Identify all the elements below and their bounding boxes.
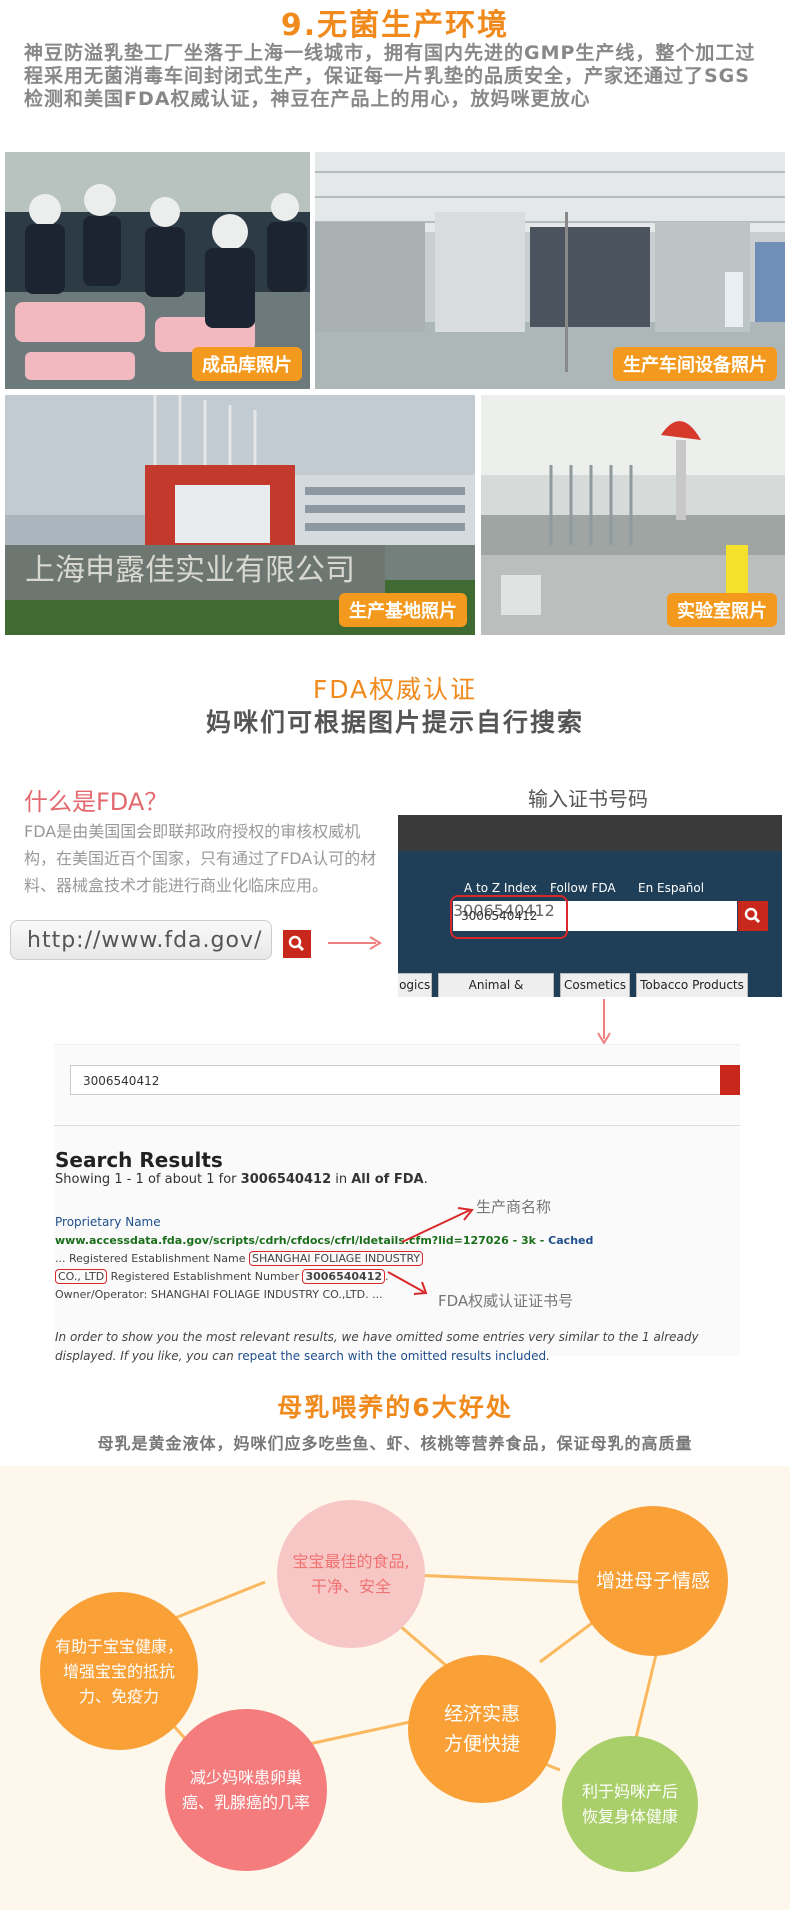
company-sign: 上海申露佳实业有限公司	[25, 553, 355, 588]
search-icon	[744, 907, 761, 924]
fda-description: FDA是由美国国会即联邦政府授权的审核权威机构，在美国近百个国家，只有通过了FD…	[24, 822, 377, 895]
annotation-cert: FDA权威认证证书号	[438, 1292, 574, 1310]
result-line-2: CO., LTD Registered Establishment Number…	[55, 1269, 389, 1285]
annotation-arrow-cert	[387, 1271, 428, 1295]
results-divider	[54, 1125, 740, 1126]
photo-base: 上海申露佳实业有限公司 生产基地照片	[5, 395, 475, 635]
photo-workshop: 生产车间设备照片	[315, 152, 785, 389]
section-title-breastfeeding: 母乳喂养的6大好处	[277, 1393, 513, 1422]
arrow-down-icon	[597, 999, 611, 1045]
section-subtitle-fda: 妈咪们可根据图片提示自行搜索	[205, 708, 584, 737]
photo-lab: 实验室照片	[481, 395, 785, 635]
fda-site-screenshot: A to Z Index Follow FDA En Español 30065…	[398, 815, 782, 997]
results-omit-note: In order to show you the most relevant r…	[55, 1330, 699, 1363]
benefit-economy: 经济实惠方便快捷	[408, 1655, 556, 1803]
result-line-3: Owner/Operator: SHANGHAI FOLIAGE INDUSTR…	[55, 1288, 383, 1301]
section-description-sterile: 神豆防溢乳垫工厂坐落于上海一线城市，拥有国内先进的GMP生产线，整个加工过程采用…	[24, 42, 756, 110]
arrow-right-icon	[328, 936, 382, 950]
fda-question: 什么是FDA？	[24, 788, 169, 816]
annotation-manufacturer: 生产商名称	[476, 1198, 552, 1216]
benefit-bond: 增进母子情感	[578, 1506, 728, 1656]
annotation-arrow-manufacturer	[401, 1207, 474, 1243]
benefit-health: 有助于宝宝健康，增强宝宝的抵抗力、免疫力	[40, 1592, 198, 1750]
result-line-1: ... Registered Establishment Name SHANGH…	[55, 1251, 424, 1267]
input-cert-hint: 输入证书号码	[528, 787, 648, 811]
nav-follow-fda[interactable]: Follow FDA	[550, 881, 616, 895]
results-search-button[interactable]	[720, 1065, 740, 1095]
results-showing: Showing 1 - 1 of about 1 for 3006540412 …	[55, 1172, 428, 1187]
fda-url-box: http://www.fda.gov/	[10, 920, 272, 960]
benefit-recovery: 利于妈咪产后恢复身体健康	[562, 1736, 698, 1872]
url-search-button	[283, 930, 311, 958]
benefit-food: 宝宝最佳的食品,干净、安全	[277, 1500, 425, 1648]
search-highlight	[450, 895, 568, 939]
tab-biologics[interactable]: logics	[398, 973, 432, 997]
photo-label: 实验室照片	[667, 593, 777, 627]
results-search-input[interactable]: 3006540412	[70, 1065, 735, 1095]
photo-label: 生产车间设备照片	[613, 347, 777, 381]
results-title: Search Results	[55, 1148, 223, 1172]
result-title-link[interactable]: Proprietary Name	[55, 1215, 161, 1229]
benefits-panel: 有助于宝宝健康，增强宝宝的抵抗力、免疫力 宝宝最佳的食品,干净、安全 增进母子情…	[0, 1466, 790, 1910]
fda-search-button[interactable]	[738, 901, 768, 931]
result-url[interactable]: www.accessdata.fda.gov/scripts/cdrh/cfdo…	[55, 1233, 593, 1249]
photo-label: 成品库照片	[192, 347, 302, 381]
section-subtitle-breastfeeding: 母乳是黄金液体，妈咪们应多吃些鱼、虾、核桃等营养食品，保证母乳的高质量	[97, 1434, 693, 1453]
tab-cosmetics[interactable]: Cosmetics	[560, 973, 630, 997]
section-title-fda: FDA权威认证	[312, 675, 478, 704]
nav-a-to-z[interactable]: A to Z Index	[464, 881, 537, 895]
tab-tobacco-products[interactable]: Tobacco Products	[636, 973, 748, 997]
search-icon	[288, 935, 305, 952]
nav-en-espanol[interactable]: En Español	[638, 881, 704, 895]
photo-label: 生产基地照片	[339, 593, 467, 627]
photo-warehouse: 成品库照片	[5, 152, 310, 389]
tab-animal-veterinary[interactable]: Animal & Veterinary	[438, 973, 554, 997]
fda-topbar	[398, 815, 782, 851]
section-title-sterile: 9.无菌生产环境	[280, 8, 510, 43]
benefit-cancer-risk: 减少妈咪患卵巢癌、乳腺癌的几率	[165, 1709, 327, 1871]
